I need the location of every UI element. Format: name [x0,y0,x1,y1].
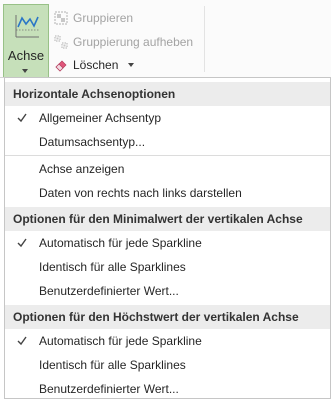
group-icon [54,11,68,25]
checkmark-icon [17,113,27,123]
axis-dropdown-menu: Horizontale Achsenoptionen Allgemeiner A… [4,77,331,399]
menu-item-general-axis-type[interactable]: Allgemeiner Achsentyp [5,106,330,130]
menu-item-min-auto[interactable]: Automatisch für jede Sparkline [5,231,330,255]
checkmark-icon [17,238,27,248]
menu-separator [5,155,330,156]
menu-item-max-custom[interactable]: Benutzerdefinierter Wert... [5,377,330,399]
menu-item-label: Datumsachsentyp... [39,135,146,149]
group-button[interactable]: Gruppieren [54,9,133,27]
checkmark-icon [17,336,27,346]
menu-item-date-axis-type[interactable]: Datumsachsentyp... [5,130,330,154]
menu-item-max-auto[interactable]: Automatisch für jede Sparkline [5,329,330,353]
ungroup-icon [54,35,68,49]
delete-label: Löschen [73,58,119,72]
menu-item-right-to-left[interactable]: Daten von rechts nach links darstellen [5,181,330,205]
chevron-down-icon[interactable] [128,63,135,67]
axis-button-label: Achse [7,48,45,63]
menu-item-label: Daten von rechts nach links darstellen [39,186,242,200]
section-header-vertical-min: Optionen für den Minimalwert der vertika… [5,207,330,231]
chevron-down-icon [22,69,28,73]
sparkline-axis-icon [15,15,39,38]
section-header-vertical-max: Optionen für den Höchstwert der vertikal… [5,305,330,329]
ribbon: Achse Gruppieren Gruppierung aufheben Lö… [0,0,331,78]
eraser-icon [55,60,67,72]
menu-item-label: Identisch für alle Sparklines [39,260,186,274]
menu-item-show-axis[interactable]: Achse anzeigen [5,157,330,181]
menu-item-label: Automatisch für jede Sparkline [39,334,202,348]
ungroup-label: Gruppierung aufheben [73,35,194,49]
menu-item-min-custom[interactable]: Benutzerdefinierter Wert... [5,279,330,303]
ungroup-button[interactable]: Gruppierung aufheben [54,33,193,51]
ribbon-divider [204,6,205,72]
menu-item-label: Automatisch für jede Sparkline [39,236,202,250]
menu-item-max-same[interactable]: Identisch für alle Sparklines [5,353,330,377]
axis-button[interactable]: Achse [3,4,49,78]
menu-item-label: Allgemeiner Achsentyp [39,111,162,125]
group-label: Gruppieren [73,11,134,25]
delete-button[interactable]: Löschen [54,56,135,74]
menu-item-label: Achse anzeigen [39,162,125,176]
menu-item-min-same[interactable]: Identisch für alle Sparklines [5,255,330,279]
menu-item-label: Benutzerdefinierter Wert... [39,284,179,298]
menu-item-label: Benutzerdefinierter Wert... [39,382,179,396]
menu-item-label: Identisch für alle Sparklines [39,358,186,372]
section-header-horizontal-axis: Horizontale Achsenoptionen [5,82,330,106]
